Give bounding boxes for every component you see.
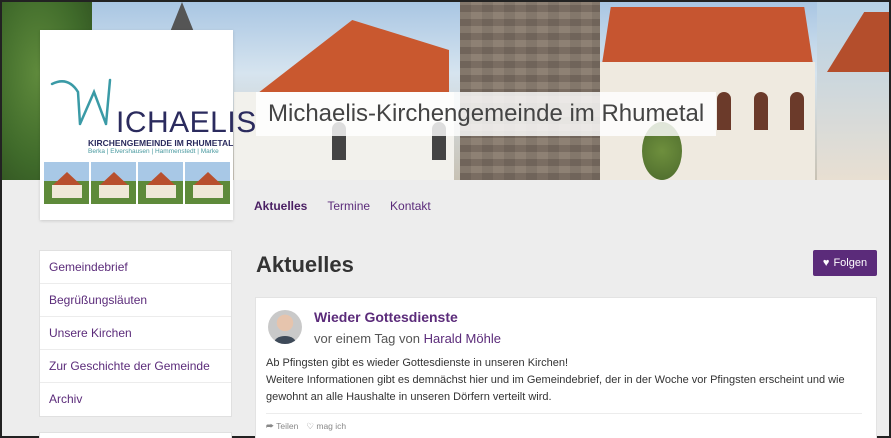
sidebar-menu: Gemeindebrief Begrüßungsläuten Unsere Ki… — [39, 250, 232, 417]
church-thumbnail — [138, 162, 183, 204]
post-meta: vor einem Tag von Harald Möhle — [314, 331, 501, 346]
sidebar-second-panel — [39, 432, 232, 438]
follow-button-label: Folgen — [833, 257, 868, 269]
post-body-line: Ab Pfingsten gibt es wieder Gottesdienst… — [266, 357, 569, 369]
heart-outline-icon: ♡ — [306, 421, 314, 431]
share-label: Teilen — [276, 421, 299, 431]
sidebar-item-archiv[interactable]: Archiv — [40, 383, 231, 416]
like-label: mag ich — [316, 421, 347, 431]
nav-item-termine[interactable]: Termine — [327, 199, 370, 213]
logo-places: Berka | Elvershausen | Hammenstedt | Mar… — [88, 148, 219, 155]
author-avatar[interactable] — [268, 310, 302, 344]
sidebar-item-begruessungslaeuten[interactable]: Begrüßungsläuten — [40, 284, 231, 317]
site-title: Michaelis-Kirchengemeinde im Rhumetal — [256, 92, 717, 136]
logo-m-mark-icon — [50, 78, 112, 126]
share-icon: ⮫ — [266, 421, 274, 431]
main-nav: Aktuelles Termine Kontakt — [254, 199, 431, 213]
site-logo[interactable]: ICHAELIS KIRCHENGEMEINDE IM RHUMETAL Ber… — [40, 30, 256, 220]
logo-subtitle: KIRCHENGEMEINDE IM RHUMETAL — [88, 138, 234, 148]
post-time: vor einem Tag von — [314, 331, 420, 346]
church-thumbnail — [44, 162, 89, 204]
news-post: Wieder Gottesdienste vor einem Tag von H… — [255, 297, 877, 438]
page-title: Aktuelles — [256, 252, 354, 277]
sidebar-item-unsere-kirchen[interactable]: Unsere Kirchen — [40, 317, 231, 350]
post-divider — [266, 413, 862, 414]
church-thumbnail — [185, 162, 230, 204]
heart-icon: ♥ — [822, 257, 830, 269]
post-body: Ab Pfingsten gibt es wieder Gottesdienst… — [266, 355, 866, 406]
post-title[interactable]: Wieder Gottesdienste — [314, 309, 458, 325]
church-thumbnail — [91, 162, 136, 204]
follow-button[interactable]: ♥ Folgen — [813, 250, 877, 276]
nav-item-kontakt[interactable]: Kontakt — [390, 199, 431, 213]
sidebar-item-gemeindebrief[interactable]: Gemeindebrief — [40, 251, 231, 284]
post-body-line: Weitere Informationen gibt es demnächst … — [266, 374, 845, 403]
post-actions: ⮫ Teilen ♡ mag ich — [266, 421, 346, 432]
logo-church-thumbnails — [44, 162, 230, 204]
post-author-link[interactable]: Harald Möhle — [424, 331, 501, 346]
like-action[interactable]: ♡ mag ich — [306, 421, 346, 432]
share-action[interactable]: ⮫ Teilen — [266, 421, 298, 432]
sidebar-item-geschichte[interactable]: Zur Geschichte der Gemeinde — [40, 350, 231, 383]
logo-name: ICHAELIS — [116, 106, 257, 139]
nav-item-aktuelles[interactable]: Aktuelles — [254, 199, 307, 213]
